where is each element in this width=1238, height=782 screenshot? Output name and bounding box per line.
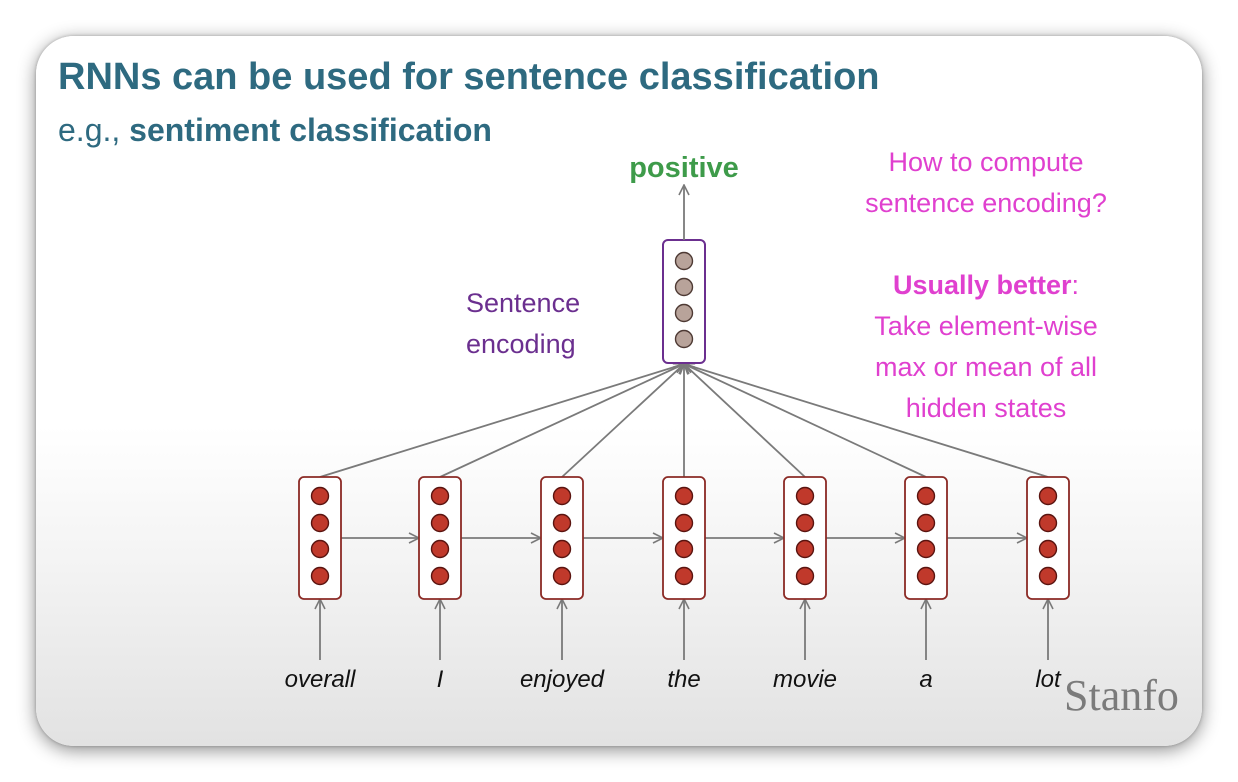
answer-line4: hidden states — [905, 393, 1067, 423]
hidden-unit-4 — [1038, 566, 1058, 586]
encoding-unit-4 — [674, 329, 694, 349]
word-i: I — [436, 666, 444, 693]
encoding-unit-3 — [674, 303, 694, 323]
hidden-unit-1 — [916, 486, 936, 506]
hidden-state-1 — [298, 476, 342, 600]
word-movie: movie — [772, 666, 838, 693]
hidden-state-4 — [662, 476, 706, 600]
word-the: the — [667, 666, 701, 693]
question-line1: How to compute — [888, 147, 1084, 177]
hidden-unit-3 — [1038, 539, 1058, 559]
answer-line1: Usually better: — [826, 265, 1146, 306]
word-overall: overall — [284, 666, 356, 693]
stanford-watermark: Stanfo — [1064, 671, 1179, 720]
hidden-unit-1 — [430, 486, 450, 506]
hidden-unit-4 — [916, 566, 936, 586]
hidden-unit-4 — [795, 566, 815, 586]
hidden-unit-2 — [552, 513, 572, 533]
sentence-encoding-label: Sentence encoding — [466, 283, 602, 365]
hidden-unit-2 — [795, 513, 815, 533]
word-a: a — [919, 666, 933, 693]
hidden-unit-4 — [430, 566, 450, 586]
hidden-state-3 — [540, 476, 584, 600]
fan-arrow-3 — [561, 364, 684, 478]
hidden-unit-3 — [795, 539, 815, 559]
hidden-state-6 — [904, 476, 948, 600]
hidden-unit-4 — [552, 566, 572, 586]
answer-note: Usually better: Take element-wise max or… — [826, 265, 1146, 429]
hidden-unit-3 — [430, 539, 450, 559]
hidden-state-5 — [783, 476, 827, 600]
hidden-unit-1 — [552, 486, 572, 506]
hidden-unit-2 — [1038, 513, 1058, 533]
hidden-state-2 — [418, 476, 462, 600]
hidden-unit-1 — [1038, 486, 1058, 506]
hidden-unit-4 — [674, 566, 694, 586]
hidden-unit-3 — [310, 539, 330, 559]
sentence-encoding-vector — [662, 239, 706, 364]
answer-emphasis: Usually better — [892, 270, 1072, 300]
fan-arrow-1 — [319, 364, 684, 478]
hidden-unit-3 — [916, 539, 936, 559]
input-arrows — [320, 599, 1048, 660]
hidden-unit-2 — [310, 513, 330, 533]
word-enjoyed: enjoyed — [519, 666, 605, 693]
question-note: How to compute sentence encoding? — [826, 142, 1146, 224]
fan-arrow-5 — [684, 364, 806, 478]
output-label-positive: positive — [629, 152, 739, 184]
encoding-unit-2 — [674, 277, 694, 297]
encoding-label-line2: encoding — [466, 329, 576, 359]
encoding-unit-1 — [674, 251, 694, 271]
hidden-unit-1 — [795, 486, 815, 506]
hidden-unit-3 — [674, 539, 694, 559]
hidden-state-7 — [1026, 476, 1070, 600]
answer-colon: : — [1071, 270, 1080, 300]
encoding-label-line1: Sentence — [466, 288, 581, 318]
slide: RNNs can be used for sentence classifica… — [36, 36, 1202, 746]
hidden-unit-2 — [674, 513, 694, 533]
hidden-unit-1 — [310, 486, 330, 506]
hidden-unit-2 — [430, 513, 450, 533]
hidden-unit-4 — [310, 566, 330, 586]
hidden-unit-1 — [674, 486, 694, 506]
answer-line3: max or mean of all — [874, 352, 1098, 382]
answer-line2: Take element-wise — [874, 311, 1098, 341]
question-line2: sentence encoding? — [865, 188, 1107, 218]
hidden-unit-2 — [916, 513, 936, 533]
hidden-unit-3 — [552, 539, 572, 559]
fan-arrow-2 — [439, 364, 684, 478]
